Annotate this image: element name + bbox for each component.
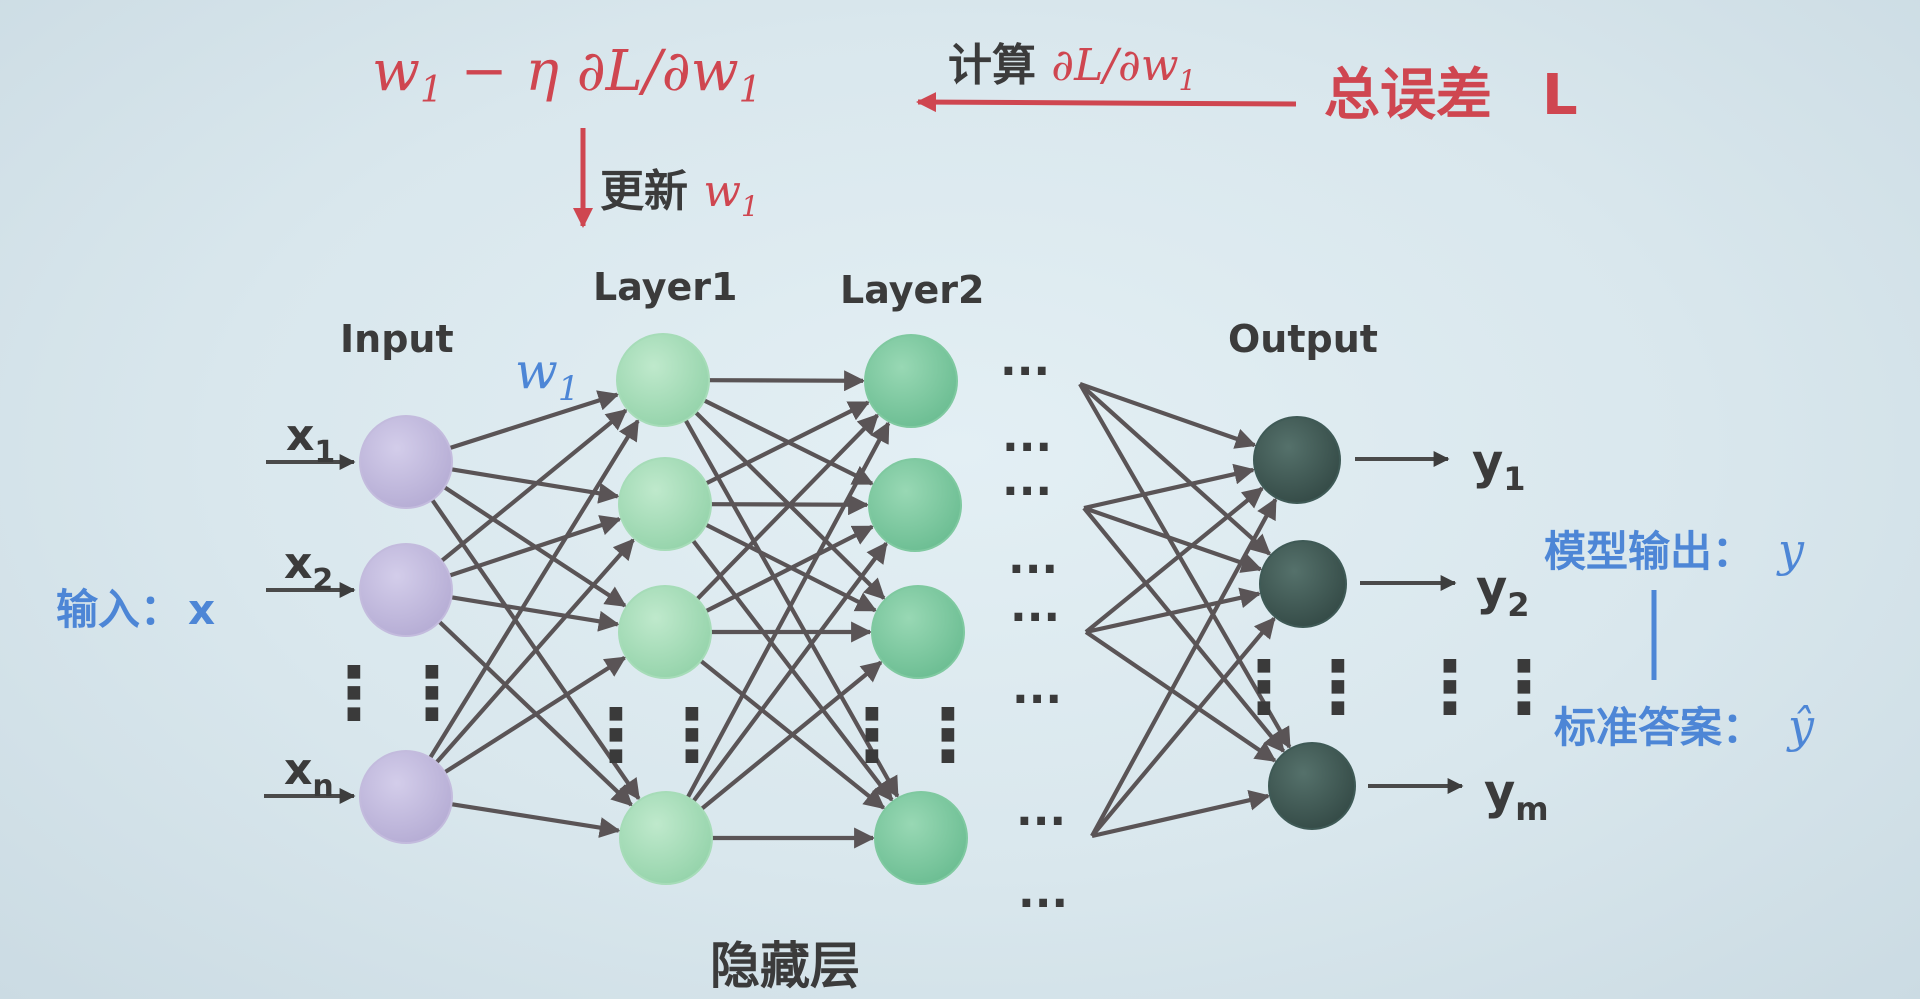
layer2-node-2: [868, 458, 962, 552]
vertical-ellipsis-2: ⋮: [396, 651, 468, 735]
layer2-node-3: [871, 585, 965, 679]
vertical-ellipsis-10: ⋮: [1488, 645, 1560, 729]
hidden-output-edge-1-0: [1083, 463, 1256, 511]
label-output: Output: [1228, 317, 1378, 361]
standard-answer-caption: 标准答案： ŷ: [1554, 699, 1815, 753]
compute-arrow: [916, 92, 1297, 113]
label-input: Input: [340, 317, 454, 361]
horizontal-ellipsis-6: ···: [1012, 674, 1062, 725]
input-layer1-edge-1-1: [448, 515, 622, 578]
input-labels: x1 x2 xn: [284, 410, 335, 804]
input-caption: 输入： x: [56, 585, 215, 634]
output-label-y1: y1: [1472, 434, 1526, 498]
update-formula: w1 − η ∂L/∂w1: [372, 39, 762, 111]
layer1-layer2-edge-0-0: [708, 370, 866, 392]
output-node-1: [1253, 416, 1341, 504]
output-labels: y1 y2 ym: [1472, 434, 1549, 828]
output-node-2: [1259, 540, 1347, 628]
compute-label: 计算 ∂L/∂w1: [948, 40, 1196, 97]
input-node-1: [359, 415, 453, 509]
layer1-node-2: [618, 457, 712, 551]
total-error-label: 总误差 L: [1324, 63, 1578, 128]
weight-label-w1: w1: [515, 342, 579, 409]
input-layer1-edge-2-3: [451, 802, 621, 838]
vertical-ellipsis-6: ⋮: [912, 693, 984, 777]
horizontal-ellipsis-8: ···: [1018, 878, 1068, 929]
layer1-node-1: [616, 333, 710, 427]
vertical-ellipsis-4: ⋮: [656, 693, 728, 777]
output-node-3: [1268, 742, 1356, 830]
neural-network-diagram: w1 − η ∂L/∂w1 计算 ∂L/∂w1 总误差 L 更新 w1 Input…: [56, 39, 1815, 995]
output-arrows: [1355, 451, 1464, 794]
vertical-ellipsis-7: ⋮: [1228, 645, 1300, 729]
output-label-ym: ym: [1484, 764, 1549, 828]
label-hidden-layer: 隐藏层: [710, 937, 860, 995]
label-layer1: Layer1: [593, 265, 737, 309]
hidden-output-edge-0-1: [1078, 382, 1272, 556]
horizontal-ellipsis-7: ···: [1016, 796, 1066, 847]
model-output-caption: 模型输出： y: [1544, 523, 1805, 577]
horizontal-ellipsis-5: ···: [1010, 592, 1060, 643]
layer1-node-4: [619, 791, 713, 885]
slide: w1 − η ∂L/∂w1 计算 ∂L/∂w1 总误差 L 更新 w1 Input…: [0, 0, 1920, 999]
input-node-3: [359, 750, 453, 844]
layer2-node-4: [874, 791, 968, 885]
vertical-ellipsis-3: ⋮: [580, 693, 652, 777]
horizontal-ellipsis-4: ···: [1008, 544, 1058, 595]
hidden-output-edge-0-0: [1079, 382, 1257, 449]
horizontal-ellipsis-1: ···: [1000, 346, 1050, 397]
layer1-node-3: [618, 585, 712, 679]
input-node-2: [359, 543, 453, 637]
update-label: 更新 w1: [600, 166, 759, 223]
vertical-ellipsis-8: ⋮: [1302, 645, 1374, 729]
vertical-ellipsis-5: ⋮: [836, 693, 908, 777]
horizontal-ellipsis-3: ···: [1002, 466, 1052, 517]
input-layer1-edge-1-2: [451, 595, 620, 632]
vertical-ellipsis-9: ⋮: [1414, 645, 1486, 729]
output-label-y2: y2: [1476, 560, 1530, 624]
label-layer2: Layer2: [840, 268, 984, 312]
vertical-ellipsis-1: ⋮: [318, 651, 390, 735]
layer2-node-1: [864, 334, 958, 428]
